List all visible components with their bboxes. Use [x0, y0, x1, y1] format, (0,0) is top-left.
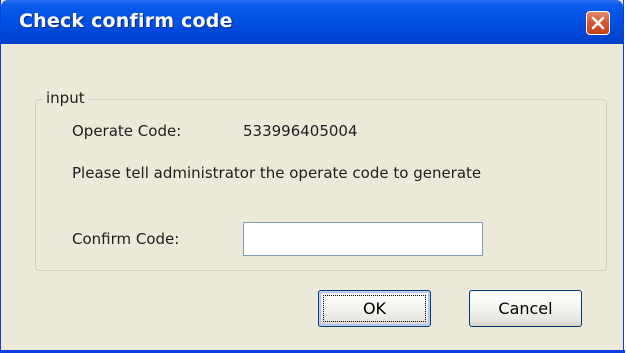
dialog-window: Check confirm code input Operate Code: 5…	[0, 0, 625, 353]
dialog-title: Check confirm code	[19, 10, 233, 32]
ok-button-label: OK	[362, 299, 387, 318]
close-button[interactable]	[586, 11, 610, 35]
operate-code-value: 533996405004	[243, 122, 358, 140]
title-bar[interactable]: Check confirm code	[1, 0, 623, 44]
close-icon	[591, 16, 605, 30]
groupbox-legend: input	[43, 89, 88, 107]
confirm-code-input[interactable]	[243, 222, 483, 256]
cancel-button[interactable]: Cancel	[469, 290, 582, 327]
operate-code-label: Operate Code:	[72, 122, 182, 140]
cancel-button-label: Cancel	[498, 299, 553, 318]
confirm-code-label: Confirm Code:	[72, 230, 180, 248]
ok-button[interactable]: OK	[318, 290, 431, 327]
instruction-text: Please tell administrator the operate co…	[72, 164, 482, 182]
